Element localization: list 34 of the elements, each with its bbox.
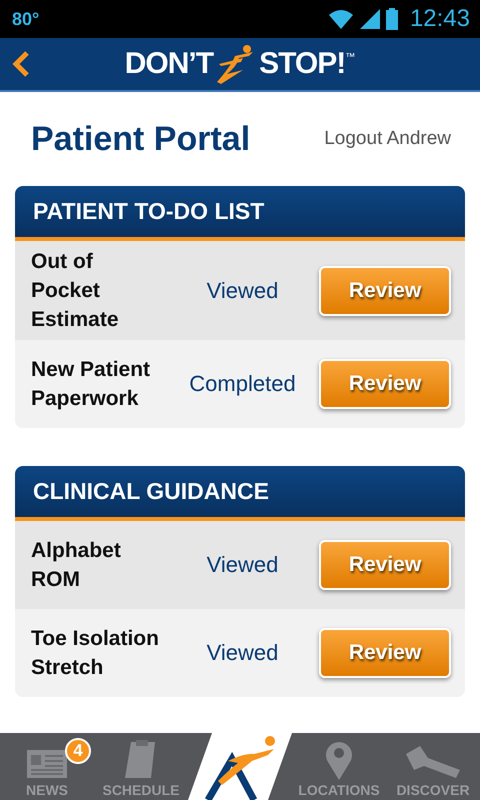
logout-link[interactable]: Logout Andrew: [324, 128, 451, 150]
nav-tab[interactable]: SCHEDULE: [94, 733, 188, 800]
item-status: Viewed: [206, 640, 280, 666]
section-title: PATIENT TO-DO LIST: [33, 198, 264, 225]
review-button[interactable]: Review: [319, 540, 451, 590]
item-name: Out of Pocket Estimate: [31, 249, 120, 333]
newspaper-icon: [25, 748, 69, 780]
item-status: Completed: [188, 371, 297, 397]
item-name: New Patient Paperwork: [31, 357, 152, 412]
logo-text: DON’T: [124, 47, 214, 81]
wifi-icon: [328, 9, 354, 29]
trademark-mark: ™: [345, 52, 356, 63]
signal-icon: [360, 9, 380, 29]
clock-time: 12:43: [410, 5, 470, 33]
battery-icon: [386, 8, 398, 30]
item-status: Viewed: [206, 278, 280, 304]
nav-tab[interactable]: LOCATIONS: [292, 733, 386, 800]
back-icon[interactable]: [12, 51, 30, 77]
review-button[interactable]: Review: [319, 266, 451, 316]
home-logo-icon[interactable]: [188, 733, 292, 800]
nav-tab[interactable]: 4 NEWS: [0, 733, 94, 800]
page-title: Patient Portal: [31, 120, 250, 158]
review-button[interactable]: Review: [319, 628, 451, 678]
review-button[interactable]: Review: [319, 359, 451, 409]
flashlight-icon: [404, 744, 462, 780]
count-badge: 4: [65, 738, 91, 764]
temperature-reading: 80°: [12, 8, 40, 30]
map-pin-icon: [325, 740, 353, 780]
item-name: Toe Isolation Stretch: [31, 626, 160, 681]
nav-tab[interactable]: DISCOVER: [386, 733, 480, 800]
section-title: CLINICAL GUIDANCE: [33, 478, 269, 505]
item-name: Alphabet ROM: [31, 538, 122, 593]
logo-text: STOP!: [259, 47, 346, 81]
item-status: Viewed: [206, 552, 280, 578]
